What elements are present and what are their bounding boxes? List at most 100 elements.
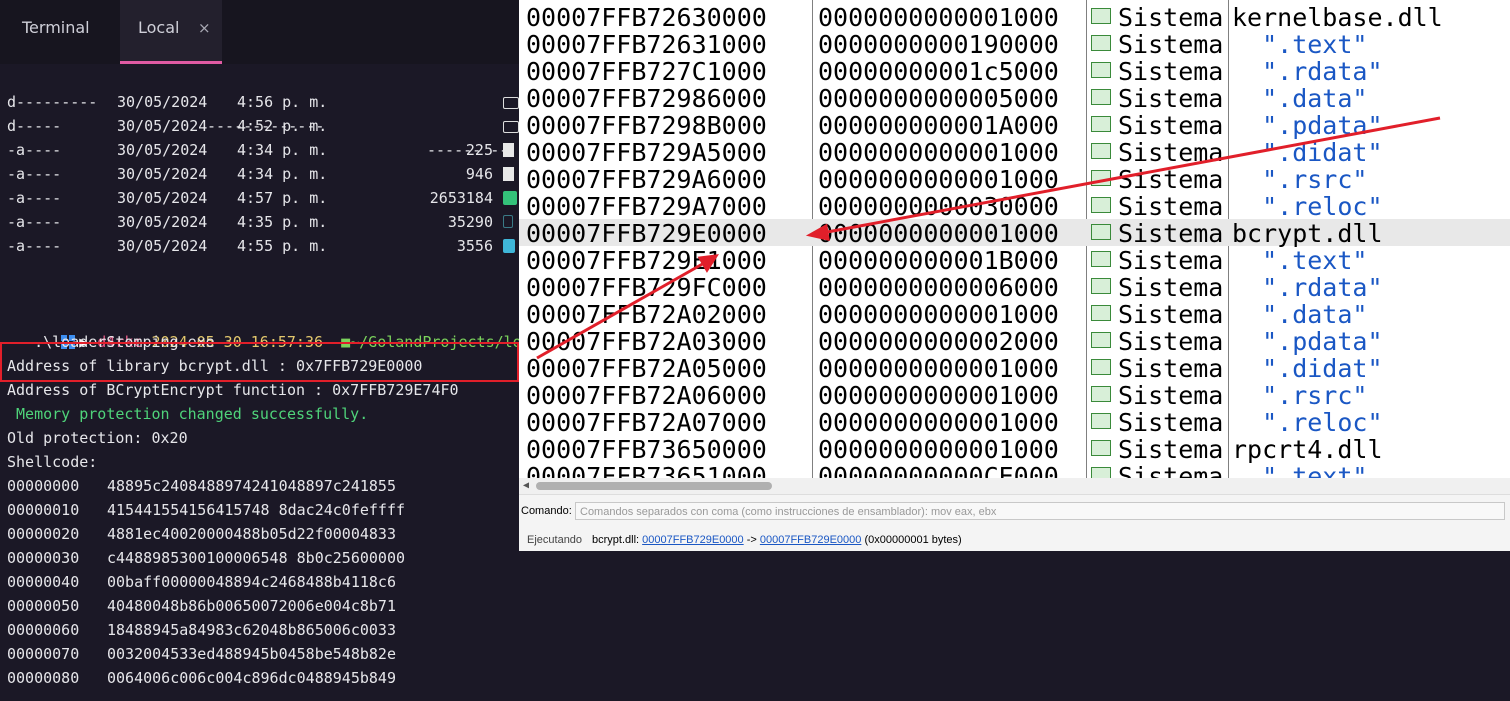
output-old-protection: Old protection: 0x20 [7, 429, 188, 447]
memory-row[interactable]: 00007FFB729A7000 0000000000030000 Sistema … [519, 192, 1510, 221]
memory-page-icon [1091, 84, 1114, 111]
shellcode-offset: 00000030 [7, 549, 80, 567]
terminal-output[interactable]: ---- ------------- ------ -- d----- 30/05… [0, 64, 522, 701]
memory-row[interactable]: 00007FFB72A03000 0000000000002000 Sistema … [519, 327, 1510, 356]
listing-row: -a---- 30/05/2024 4:35 p. m. 35290 [7, 210, 517, 234]
shellcode-bytes: 4881ec40020000488b05d22f00004833 [107, 525, 396, 543]
listing-length: 3556 [456, 237, 493, 255]
memory-address: 00007FFB729FC000 [526, 273, 767, 302]
memory-info: ".text" [1232, 246, 1368, 275]
memory-row[interactable]: 00007FFB72630000 0000000000001000 Sistema k… [519, 3, 1510, 32]
memory-info: ".reloc" [1232, 192, 1383, 221]
memory-info: ".text" [1232, 30, 1368, 59]
memory-page-icon [1091, 273, 1114, 300]
memory-address: 00007FFB72A07000 [526, 408, 767, 437]
memory-row[interactable]: 00007FFB7298B000 000000000001A000 Sistema … [519, 111, 1510, 140]
memory-map-table[interactable]: 00007FFB72630000 0000000000001000 Sistema k… [519, 0, 1510, 478]
memory-row[interactable]: 00007FFB729A5000 0000000000001000 Sistema … [519, 138, 1510, 167]
memory-size: 0000000000001000 [818, 300, 1059, 329]
memory-info: rpcrt4.dll [1232, 435, 1383, 464]
shellcode-offset: 00000060 [7, 621, 80, 639]
memory-size: 0000000000001000 [818, 354, 1059, 383]
listing-mode: -a---- [7, 141, 62, 159]
memory-info: ".pdata" [1232, 111, 1383, 140]
memory-size: 0000000000190000 [818, 30, 1059, 59]
command-area: Comando: Comandos separados con coma (co… [519, 494, 1510, 551]
listing-length: 2653184 [429, 189, 493, 207]
memory-size: 0000000000001000 [818, 381, 1059, 410]
memory-page-icon [1091, 138, 1114, 165]
listing-row: -a---- 30/05/2024 4:55 p. m. 3556 [7, 234, 517, 258]
memory-row[interactable]: 00007FFB72631000 0000000000190000 Sistema … [519, 30, 1510, 59]
shellcode-bytes: c4488985300100006548 8b0c25600000 [107, 549, 406, 567]
memory-party: Sistema [1118, 273, 1224, 302]
memory-row[interactable]: 00007FFB729E1000 000000000001B000 Sistema … [519, 246, 1510, 275]
memory-address: 00007FFB72A06000 [526, 381, 767, 410]
file-icon [503, 167, 514, 181]
memory-row[interactable]: 00007FFB72A05000 0000000000001000 Sistema … [519, 354, 1510, 383]
folder-icon [503, 121, 519, 133]
memory-row[interactable]: 00007FFB729FC000 0000000000006000 Sistema … [519, 273, 1510, 302]
status-to-address-link[interactable]: 00007FFB729E0000 [760, 534, 862, 546]
listing-time: 4:34 p. m. [237, 165, 328, 183]
memory-row[interactable]: 00007FFB73651000 00000000000CE000 Sistema … [519, 462, 1510, 478]
memory-size: 0000000000005000 [818, 84, 1059, 113]
doc-icon [503, 215, 513, 228]
memory-party: Sistema [1118, 381, 1224, 410]
shellcode-bytes: 18488945a84983c62048b865006c0033 [107, 621, 396, 639]
memory-page-icon [1091, 300, 1114, 327]
memory-row[interactable]: 00007FFB72A07000 0000000000001000 Sistema … [519, 408, 1510, 437]
status-from-address-link[interactable]: 00007FFB729E0000 [642, 534, 744, 546]
scroll-left-icon[interactable]: ◀ [523, 480, 529, 491]
memory-row[interactable]: 00007FFB72A06000 0000000000001000 Sistema … [519, 381, 1510, 410]
status-suffix: (0x00000001 bytes) [861, 534, 962, 546]
close-icon[interactable]: × [198, 0, 211, 56]
shellcode-bytes: 0032004533ed488945b0458be548b82e [107, 645, 396, 663]
memory-size: 0000000000001000 [818, 3, 1059, 32]
memory-size: 00000000000CE000 [818, 462, 1059, 478]
memory-size: 00000000001c5000 [818, 57, 1059, 86]
memory-page-icon [1091, 354, 1114, 381]
memory-row[interactable]: 00007FFB72A02000 0000000000001000 Sistema … [519, 300, 1510, 329]
memory-size: 000000000001B000 [818, 246, 1059, 275]
listing-time: 4:56 p. m. [237, 93, 328, 111]
shellcode-offset: 00000050 [7, 597, 80, 615]
memory-size: 0000000000001000 [818, 408, 1059, 437]
memory-party: Sistema [1118, 3, 1224, 32]
listing-header: ---- ------------- ------ -- [7, 66, 517, 159]
memory-row[interactable]: 00007FFB729E0000 0000000000001000 Sistema b… [519, 219, 1510, 248]
shellcode-row: 00000060 18488945a84983c62048b865006c0033 [7, 618, 396, 642]
memory-party: Sistema [1118, 111, 1224, 140]
listing-mode: -a---- [7, 165, 62, 183]
shellcode-row: 00000020 4881ec40020000488b05d22f00004833 [7, 522, 396, 546]
memory-row[interactable]: 00007FFB729A6000 0000000000001000 Sistema … [519, 165, 1510, 194]
shellcode-offset: 00000000 [7, 477, 80, 495]
scrollbar-thumb[interactable] [536, 482, 772, 490]
memory-info: ".data" [1232, 300, 1368, 329]
memory-row[interactable]: 00007FFB727C1000 00000000001c5000 Sistema … [519, 57, 1510, 86]
memory-row[interactable]: 00007FFB73650000 0000000000001000 Sistema r… [519, 435, 1510, 464]
memory-page-icon [1091, 192, 1114, 219]
memory-info: ".pdata" [1232, 327, 1383, 356]
listing-mode: -a---- [7, 237, 62, 255]
memory-address: 00007FFB729A5000 [526, 138, 767, 167]
command-input[interactable]: Comandos separados con coma (como instru… [575, 502, 1505, 520]
tab-terminal[interactable]: Terminal [22, 0, 90, 64]
listing-date: 30/05/2024 [117, 93, 208, 111]
status-arrow: -> [743, 534, 760, 546]
tab-local-label: Local [138, 18, 180, 37]
memory-address: 00007FFB729E1000 [526, 246, 767, 275]
horizontal-scrollbar[interactable]: ◀ [519, 478, 1510, 494]
debugger-window: 00007FFB72630000 0000000000001000 Sistema k… [519, 0, 1510, 551]
memory-address: 00007FFB72986000 [526, 84, 767, 113]
memory-row[interactable]: 00007FFB72986000 0000000000005000 Sistema … [519, 84, 1510, 113]
shellcode-bytes: 0064006c006c004c896dc0488945b849 [107, 669, 396, 687]
memory-info: ".reloc" [1232, 408, 1383, 437]
tab-local[interactable]: Local × [120, 0, 222, 64]
memory-page-icon [1091, 462, 1114, 478]
listing-date: 30/05/2024 [117, 117, 208, 135]
memory-page-icon [1091, 3, 1114, 30]
memory-address: 00007FFB7298B000 [526, 111, 767, 140]
shellcode-row: 00000000 48895c2408488974241048897c241855 [7, 474, 396, 498]
memory-size: 000000000001A000 [818, 111, 1059, 140]
